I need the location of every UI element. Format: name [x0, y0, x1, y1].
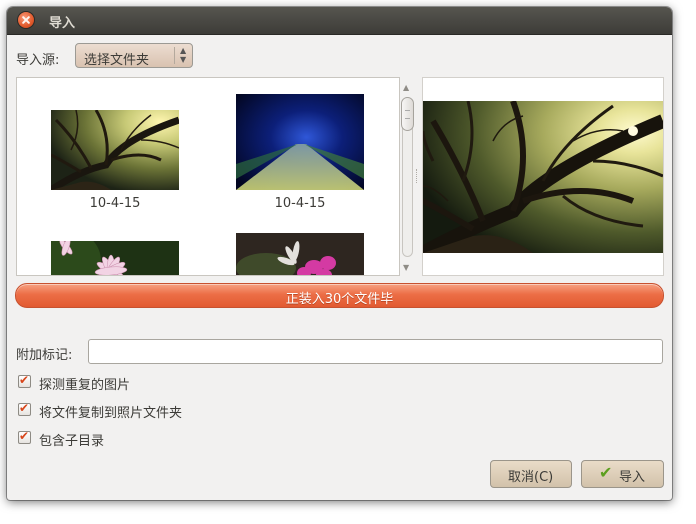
source-selected-value: 选择文件夹	[84, 53, 150, 68]
checkbox-checked[interactable]	[18, 373, 31, 388]
up-down-arrows-icon: ▲ ▼	[180, 46, 187, 64]
titlebar: 导入	[7, 7, 672, 35]
thumbnail-light-tunnel[interactable]	[236, 94, 364, 190]
close-icon[interactable]	[18, 12, 34, 28]
pane-resize-handle[interactable]	[416, 169, 420, 183]
option-label: 将文件复制到照片文件夹	[39, 406, 183, 421]
progress-text: 正装入30个文件毕	[285, 292, 394, 307]
checkmark-icon: ✔	[599, 463, 613, 482]
thumbnail-flower-pink[interactable]	[51, 241, 179, 275]
checkbox-checked[interactable]	[18, 429, 31, 444]
tags-label: 附加标记:	[16, 348, 73, 363]
preview-panel	[422, 77, 664, 276]
combo-separator	[174, 47, 175, 64]
scroll-thumb[interactable]	[401, 97, 414, 131]
scroll-up-arrow-icon[interactable]: ▲	[403, 83, 409, 92]
import-button-label: 导入	[619, 470, 646, 485]
window-title: 导入	[49, 16, 76, 31]
thumbnail-tree[interactable]	[51, 110, 179, 190]
source-label: 导入源:	[16, 53, 60, 68]
option-label: 探测重复的图片	[39, 378, 131, 393]
scroll-down-arrow-icon[interactable]: ▼	[403, 263, 409, 272]
import-button[interactable]: ✔ 导入	[581, 460, 664, 488]
cancel-button-label: 取消(C)	[508, 470, 554, 485]
thumbnail-caption: 10-4-15	[274, 196, 326, 211]
thumbnail-grid[interactable]: 10-4-15 10-4-15	[16, 77, 400, 276]
option-label: 包含子目录	[39, 434, 105, 449]
preview-image	[423, 101, 663, 253]
thumbnail-flower-magenta[interactable]	[236, 233, 364, 275]
cancel-button[interactable]: 取消(C)	[490, 460, 572, 488]
source-combobox[interactable]: 选择文件夹 ▲ ▼	[75, 43, 193, 68]
import-dialog: 导入 导入源: 选择文件夹 ▲ ▼ 10-4-15 10-4-15 ▲ ▼ 正装…	[7, 7, 672, 500]
thumbnail-caption: 10-4-15	[89, 196, 141, 211]
checkbox-checked[interactable]	[18, 401, 31, 416]
tags-input[interactable]	[88, 339, 663, 364]
thumbnail-scrollbar[interactable]: ▲ ▼	[399, 77, 416, 276]
import-progress-bar: 正装入30个文件毕	[15, 283, 664, 308]
